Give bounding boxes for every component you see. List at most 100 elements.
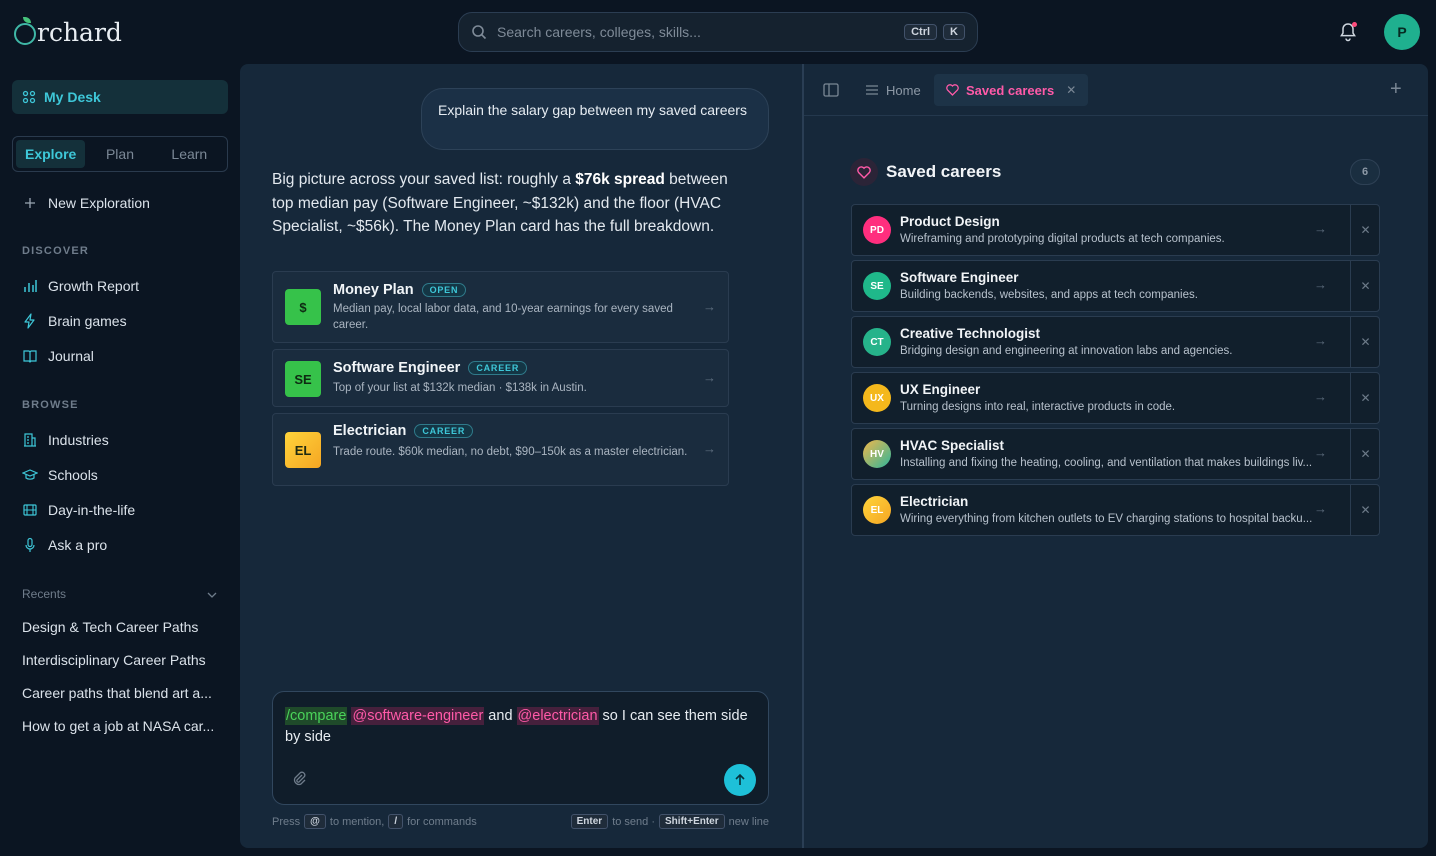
career-description: Wiring everything from kitchen outlets t… [900, 513, 1313, 525]
arrow-right-icon[interactable]: → [1314, 445, 1327, 460]
panel-toggle-icon[interactable] [823, 83, 839, 97]
sidebar-item-growth-report[interactable]: Growth Report [22, 275, 139, 297]
career-description: Turning designs into real, interactive p… [900, 401, 1176, 413]
career-avatar: CT [863, 328, 891, 356]
career-title: UX Engineer [900, 382, 981, 397]
sidebar-item-day-in-the-life[interactable]: Day-in-the-life [22, 499, 135, 521]
panel-header: Saved careers [850, 158, 1001, 186]
hint-text: for commands [407, 815, 477, 828]
sidebar: My Desk Explore Plan Learn New Explorati… [0, 64, 240, 856]
notification-dot [1352, 22, 1357, 27]
arrow-right-icon[interactable]: → [1314, 501, 1327, 516]
tab-plan[interactable]: Plan [85, 140, 154, 168]
career-title: Software Engineer [900, 270, 1019, 285]
new-exploration-label: New Exploration [48, 195, 150, 211]
recents-heading[interactable]: Recents [22, 587, 218, 601]
saved-count-badge: 6 [1350, 159, 1380, 185]
card-title: Software Engineer CAREER [333, 360, 528, 376]
logo[interactable]: rchard [14, 17, 122, 47]
sidebar-item-ask-a-pro[interactable]: Ask a pro [22, 534, 107, 556]
arrow-right-icon[interactable]: → [1314, 221, 1327, 236]
tab-explore[interactable]: Explore [16, 140, 86, 168]
tab-saved-careers[interactable]: Saved careers ✕ [934, 74, 1089, 106]
career-description: Building backends, websites, and apps at… [900, 289, 1198, 301]
electrician-card[interactable]: EL Electrician CAREER Trade route. $60k m… [272, 413, 729, 486]
sidebar-item-schools[interactable]: Schools [22, 464, 98, 486]
sidebar-item-journal[interactable]: Journal [22, 345, 94, 367]
answer-highlight: $76k spread [575, 171, 665, 188]
hint-key: Shift+Enter [659, 814, 725, 829]
card-description: Trade route. $60k median, no debt, $90–1… [333, 446, 688, 458]
composer-input[interactable]: /compare @software-engineer and @electri… [285, 706, 755, 748]
recent-item[interactable]: Design & Tech Career Paths [22, 619, 222, 635]
arrow-up-icon [735, 773, 745, 785]
my-desk-label: My Desk [44, 89, 101, 105]
new-tab-plus-icon[interactable]: + [1390, 78, 1402, 101]
sidebar-item-label: Journal [48, 348, 94, 364]
close-tab-icon[interactable]: ✕ [1066, 83, 1076, 97]
hint-text: new line [728, 815, 769, 828]
remove-icon[interactable]: ✕ [1350, 485, 1380, 535]
remove-icon[interactable]: ✕ [1350, 261, 1380, 311]
career-avatar: HV [863, 440, 891, 468]
open-badge: OPEN [421, 283, 467, 297]
new-exploration-button[interactable]: New Exploration [22, 192, 150, 214]
discover-heading: DISCOVER [22, 245, 90, 257]
remove-icon[interactable]: ✕ [1350, 205, 1380, 255]
card-description: Median pay, local labor data, and 10-yea… [333, 303, 673, 331]
mention-token: @electrician [516, 707, 599, 725]
paperclip-icon[interactable] [291, 770, 307, 786]
building-icon [24, 433, 36, 447]
hint-key: Enter [570, 814, 609, 829]
career-avatar: SE [863, 272, 891, 300]
card-title-text: Software Engineer [333, 360, 461, 376]
sidebar-item-label: Schools [48, 467, 98, 483]
answer-text-start: Big picture across your saved list: roug… [272, 171, 576, 188]
software-engineer-card[interactable]: SE Software Engineer CAREER Top of your l… [272, 349, 729, 407]
tab-home[interactable]: Home [860, 74, 927, 106]
recent-item[interactable]: Career paths that blend art a... [22, 685, 222, 701]
saved-career-row[interactable]: SE Software Engineer Building backends, … [851, 260, 1380, 312]
card-title-text: Money Plan [333, 282, 414, 298]
money-plan-card[interactable]: $ Money Plan OPEN Median pay, local labor… [272, 271, 729, 343]
lightning-icon [24, 313, 35, 329]
career-title: HVAC Specialist [900, 438, 1005, 453]
saved-career-row[interactable]: UX UX Engineer Turning designs into real… [851, 372, 1380, 424]
career-avatar: EL [863, 496, 891, 524]
remove-icon[interactable]: ✕ [1350, 373, 1380, 423]
search-bar[interactable]: Ctrl K [458, 12, 978, 52]
sidebar-item-label: Growth Report [48, 278, 140, 294]
hint-key: @ [304, 814, 326, 829]
tab-label: Saved careers [966, 82, 1055, 98]
remove-icon[interactable]: ✕ [1350, 429, 1380, 479]
remove-icon[interactable]: ✕ [1350, 317, 1380, 367]
sidebar-item-industries[interactable]: Industries [22, 429, 109, 451]
arrow-right-icon[interactable]: → [1314, 277, 1327, 292]
heart-icon [946, 84, 959, 96]
career-title: Creative Technologist [900, 326, 1041, 341]
recent-item[interactable]: How to get a job at NASA car... [22, 718, 222, 734]
career-title: Electrician [900, 494, 969, 509]
arrow-right-icon[interactable]: → [1314, 389, 1327, 404]
saved-career-row[interactable]: CT Creative Technologist Bridging design… [851, 316, 1380, 368]
message-composer[interactable]: /compare @software-engineer and @electri… [272, 691, 769, 805]
tab-bar: Home Saved careers ✕ + [804, 64, 1428, 116]
notification-bell-icon[interactable] [1336, 20, 1360, 44]
saved-career-row[interactable]: PD Product Design Wireframing and protot… [851, 204, 1380, 256]
my-desk-button[interactable]: My Desk [12, 80, 228, 114]
book-icon [23, 350, 37, 363]
bar-chart-icon [24, 280, 37, 292]
saved-career-row[interactable]: EL Electrician Wiring everything from ki… [851, 484, 1380, 536]
orchard-logo-icon [14, 17, 36, 45]
mention-token: @software-engineer [351, 707, 485, 725]
sidebar-item-brain-games[interactable]: Brain games [22, 310, 127, 332]
chevron-down-icon [207, 592, 217, 598]
saved-career-row[interactable]: HV HVAC Specialist Installing and fixing… [851, 428, 1380, 480]
user-avatar[interactable]: P [1384, 14, 1420, 50]
send-button[interactable] [724, 764, 756, 796]
arrow-right-icon[interactable]: → [1314, 333, 1327, 348]
recent-item[interactable]: Interdisciplinary Career Paths [22, 652, 222, 668]
career-description: Wireframing and prototyping digital prod… [900, 233, 1225, 245]
search-input[interactable] [497, 24, 899, 40]
tab-learn[interactable]: Learn [155, 140, 224, 168]
